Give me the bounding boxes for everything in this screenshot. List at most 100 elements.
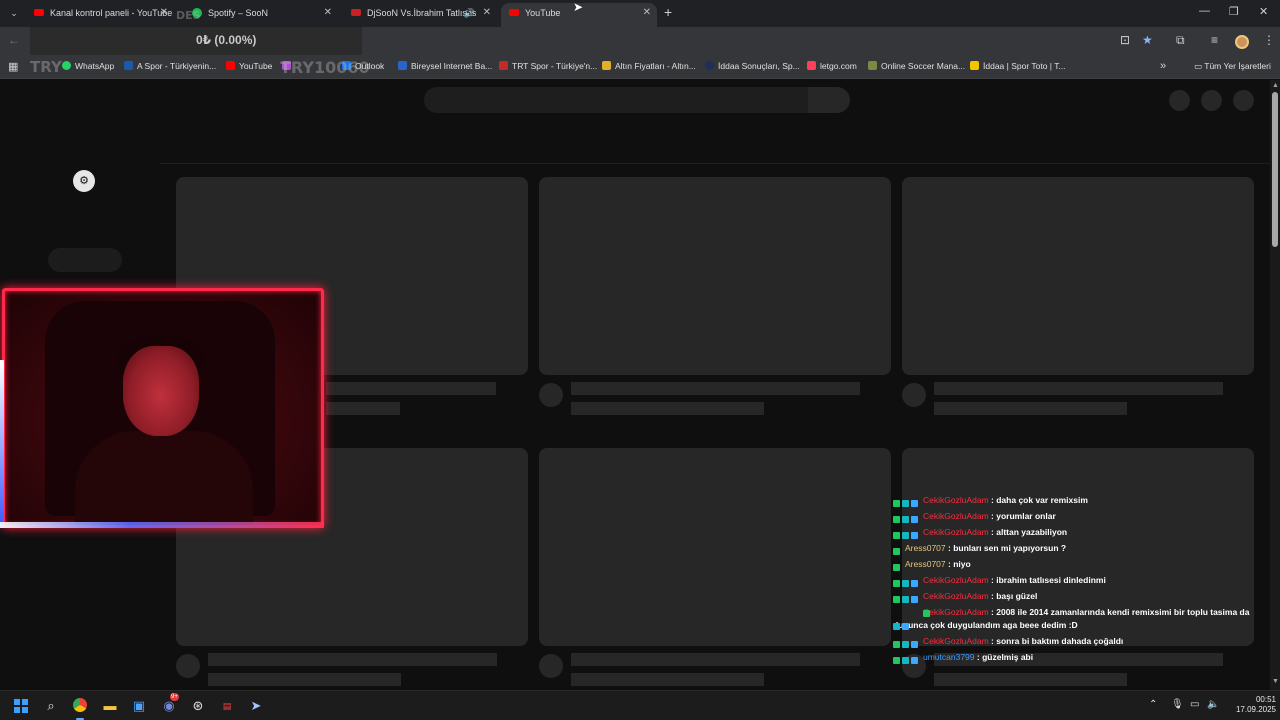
chat-text: : başı güzel <box>991 591 1038 601</box>
bookmark-youtube[interactable]: YouTube <box>226 61 272 71</box>
tab-close-icon[interactable]: ✕ <box>483 3 491 23</box>
chat-text: : alttan yazabiliyon <box>991 527 1068 537</box>
bookmark-osm[interactable]: Online Soccer Mana... <box>868 61 965 71</box>
bookmark-iddaa-sonuc[interactable]: İddaa Sonuçları, Sp... <box>705 61 800 71</box>
webcam-glow-bottom <box>0 522 324 528</box>
chevron-more-icon[interactable]: » <box>1160 60 1166 72</box>
tab-search-icon[interactable]: ⌄ <box>5 5 23 21</box>
tab-djsoon-video[interactable]: DjSooN Vs.İbrahim Tatlıses 🔊 ✕ <box>343 3 497 27</box>
mouse-cursor-icon: ➤ <box>573 0 584 14</box>
bookmark-altin[interactable]: Altın Fiyatları - Altın... <box>602 61 696 71</box>
tab-close-icon[interactable]: ✕ <box>324 3 332 23</box>
apps-grid-icon[interactable]: ▦ <box>8 60 18 73</box>
extensions-icon[interactable]: ⧉ <box>1176 33 1185 48</box>
profile-avatar-icon[interactable] <box>1235 35 1249 49</box>
webcam-overlay <box>2 288 324 528</box>
iddaa-icon <box>705 61 714 70</box>
account-skeleton[interactable] <box>1233 90 1254 111</box>
chat-message: Aress0707 : bunları sen mi yapıyorsun ? <box>893 540 1253 556</box>
stream-chat-overlay: CekikGozluAdam : daha çok var remixsim C… <box>893 492 1253 665</box>
all-bookmarks-button[interactable]: ▭ Tüm Yer İşaretleri <box>1194 61 1271 72</box>
tab-channel-dashboard[interactable]: Kanal kontrol paneli - YouTube ✕ <box>26 3 174 27</box>
overlay-watermark: TRY10060 <box>280 58 370 77</box>
tab-spotify[interactable]: Spotify – SooN ✕ <box>184 3 338 27</box>
chat-username: CekikGozluAdam <box>923 511 989 521</box>
notification-badge: 9+ <box>170 693 179 701</box>
search-icon[interactable]: ⌕ <box>41 696 61 716</box>
minimize-button[interactable]: — <box>1199 5 1210 17</box>
steam-client-icon[interactable]: ➤ <box>246 696 266 716</box>
chat-badges <box>893 653 921 664</box>
bookmark-bank[interactable]: Bireysel Internet Ba... <box>398 61 492 71</box>
title-skeleton <box>208 653 497 666</box>
bookmark-whatsapp[interactable]: WhatsApp <box>62 61 114 71</box>
notifications-skeleton[interactable] <box>1201 90 1222 111</box>
maximize-button[interactable]: ❐ <box>1229 5 1239 18</box>
chat-badges <box>893 560 921 571</box>
title-skeleton <box>934 382 1223 395</box>
overlay-watermark: TRY <box>30 58 62 76</box>
video-thumbnail-skeleton[interactable] <box>902 177 1254 375</box>
steam-icon[interactable]: ⚙ <box>73 170 95 192</box>
discord-icon[interactable]: ◉ 9+ <box>159 693 179 716</box>
chat-message: CekikGozluAdam : alttan yazabiliyon <box>893 524 1253 540</box>
bookmarks-bar: ▦ WhatsApp A Spor - Türkiyenin... YouTub… <box>0 57 1280 79</box>
steam-icon[interactable]: ⊛ <box>188 696 208 716</box>
channel-avatar-skeleton <box>539 383 563 407</box>
system-clock[interactable]: 00:51 17.09.2025 <box>1226 695 1276 715</box>
chat-badges <box>893 528 921 539</box>
youtube-favicon-icon <box>34 9 44 16</box>
gold-icon <box>602 61 611 70</box>
chrome-icon[interactable] <box>70 696 90 720</box>
chat-badges <box>893 608 930 630</box>
windows-start-icon[interactable] <box>14 699 28 713</box>
chat-message: CekikGozluAdam : ibrahim tatlısesi dinle… <box>893 572 1253 588</box>
close-window-button[interactable]: ✕ <box>1259 5 1268 18</box>
bookmark-label: A Spor - Türkiyenin... <box>137 61 217 71</box>
overlay-watermark: DES <box>176 9 201 22</box>
search-button-skeleton[interactable] <box>808 87 850 113</box>
screen: ⌄ Kanal kontrol paneli - YouTube ✕ Spoti… <box>0 0 1280 720</box>
streamer-body <box>75 431 253 525</box>
media-control-icon[interactable]: ≡ <box>1211 33 1218 47</box>
scrollbar-thumb[interactable] <box>1272 92 1278 247</box>
bookmark-letgo[interactable]: letgo.com <box>807 61 857 71</box>
chat-username: CekikGozluAdam <box>923 636 989 646</box>
microphone-icon[interactable]: 🎙 <box>1171 699 1184 710</box>
tab-close-icon[interactable]: ✕ <box>160 3 168 23</box>
tab-title: Spotify – SooN <box>208 8 269 18</box>
bookmark-label: WhatsApp <box>75 61 115 71</box>
steam-pill[interactable] <box>48 248 122 272</box>
search-input-skeleton[interactable] <box>424 87 808 113</box>
video-thumbnail-skeleton[interactable] <box>539 177 891 375</box>
scroll-down-arrow-icon[interactable]: ▼ <box>1272 678 1279 685</box>
create-button-skeleton[interactable] <box>1169 90 1190 111</box>
bookmark-trtspor[interactable]: TRT Spor - Türkiye'n... <box>499 61 597 71</box>
bookmark-label: YouTube <box>239 61 273 71</box>
chat-text: : bunları sen mi yapıyorsun ? <box>948 543 1067 553</box>
bookmark-aspor[interactable]: A Spor - Türkiyenin... <box>124 61 216 71</box>
tab-close-icon[interactable]: ✕ <box>643 3 651 23</box>
store-icon[interactable]: ▣ <box>129 696 149 716</box>
network-icon[interactable]: ▭ <box>1190 699 1199 710</box>
volume-icon[interactable]: 🔈 <box>1207 699 1219 710</box>
file-explorer-icon[interactable]: ▬ <box>100 696 120 716</box>
chat-badges <box>893 637 921 648</box>
bookmark-label: İddaa Sonuçları, Sp... <box>718 61 800 71</box>
tray-overflow-icon[interactable]: ⌃ <box>1149 699 1157 710</box>
chat-text: : niyo <box>948 559 971 569</box>
kebab-menu-icon[interactable]: ⋮ <box>1263 33 1275 47</box>
game-app-icon[interactable]: ▤ <box>217 696 237 716</box>
install-app-icon[interactable]: ⊡ <box>1120 33 1130 47</box>
clock-date: 17.09.2025 <box>1235 705 1276 714</box>
chat-text: : güzelmiş abi <box>976 652 1034 662</box>
new-tab-button[interactable]: + <box>664 4 672 20</box>
chat-message: CekikGozluAdam : daha çok var remixsim <box>893 492 1253 508</box>
bookmark-spor-toto[interactable]: İddaa | Spor Toto | T... <box>970 61 1066 71</box>
bookmark-star-icon[interactable]: ★ <box>1142 33 1153 47</box>
scroll-up-arrow-icon[interactable]: ▲ <box>1272 82 1279 89</box>
tab-title: DjSooN Vs.İbrahim Tatlıses <box>367 8 477 18</box>
video-thumbnail-skeleton[interactable] <box>539 448 891 646</box>
back-arrow-icon[interactable]: ← <box>8 33 20 47</box>
tab-audio-icon[interactable]: 🔊 <box>464 3 475 23</box>
